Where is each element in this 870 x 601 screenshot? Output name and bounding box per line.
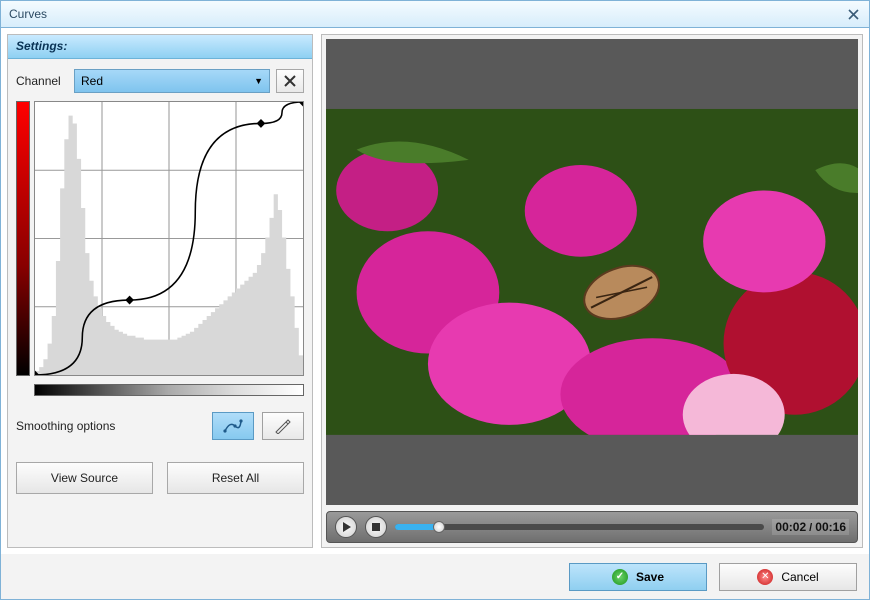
view-source-button[interactable]: View Source — [16, 462, 153, 494]
stop-icon — [372, 523, 380, 531]
save-button[interactable]: ✓ Save — [569, 563, 707, 591]
play-icon — [342, 522, 351, 532]
stop-button[interactable] — [365, 516, 387, 538]
preview-panel: 00:02 / 00:16 — [321, 34, 863, 548]
channel-dropdown[interactable]: Red ▼ — [74, 69, 270, 93]
x-icon — [284, 75, 296, 87]
cancel-icon: ✕ — [757, 569, 773, 585]
seek-slider[interactable] — [395, 524, 764, 530]
horizontal-gradient — [34, 384, 304, 396]
smooth-curve-button[interactable] — [212, 412, 254, 440]
channel-value: Red — [81, 74, 103, 88]
chevron-down-icon: ▼ — [254, 76, 263, 86]
dialog-footer: ✓ Save ✕ Cancel — [0, 554, 870, 600]
freehand-button[interactable] — [262, 412, 304, 440]
curve-icon — [223, 419, 243, 433]
reset-all-button[interactable]: Reset All — [167, 462, 304, 494]
curves-editor[interactable] — [34, 101, 304, 376]
vertical-gradient — [16, 101, 30, 376]
settings-header: Settings: — [8, 35, 312, 59]
channel-row: Channel Red ▼ — [16, 69, 304, 93]
play-button[interactable] — [335, 516, 357, 538]
window-title: Curves — [9, 7, 47, 21]
seek-thumb[interactable] — [433, 521, 445, 533]
player-bar: 00:02 / 00:16 — [326, 511, 858, 543]
close-button[interactable] — [843, 5, 863, 23]
channel-label: Channel — [16, 74, 68, 88]
preview-image — [326, 109, 858, 435]
reset-channel-button[interactable] — [276, 69, 304, 93]
settings-panel: Settings: Channel Red ▼ Smooth — [7, 34, 313, 548]
title-bar: Curves — [0, 0, 870, 28]
close-icon — [848, 9, 859, 20]
video-preview — [326, 39, 858, 505]
time-display: 00:02 / 00:16 — [772, 519, 849, 535]
check-icon: ✓ — [612, 569, 628, 585]
smoothing-label: Smoothing options — [16, 419, 115, 433]
cancel-button[interactable]: ✕ Cancel — [719, 563, 857, 591]
pencil-icon — [274, 418, 292, 434]
